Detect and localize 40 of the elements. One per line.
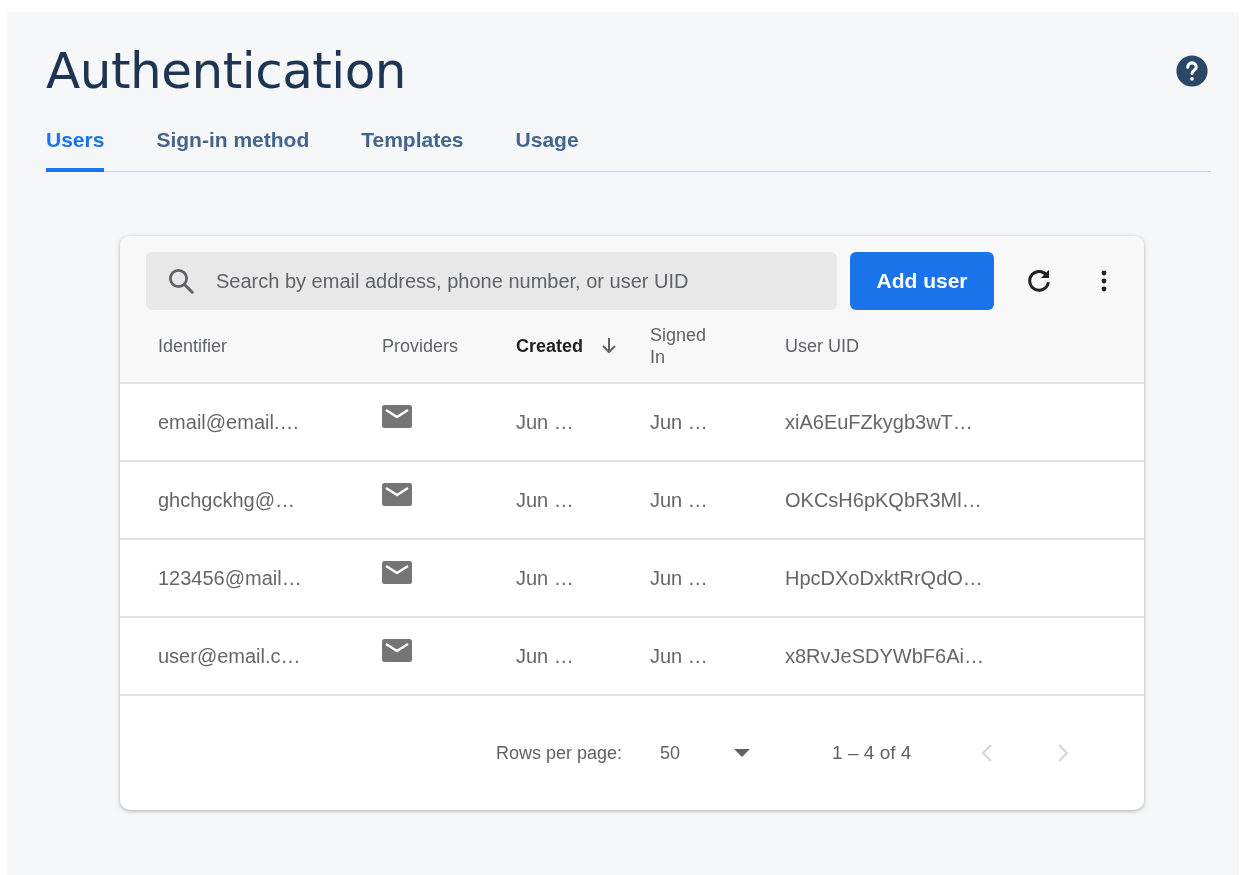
search-field[interactable]: Search by email address, phone number, or user UID (146, 252, 837, 310)
tab[interactable]: Users (46, 122, 105, 172)
table-cell-text: xiA6EuFZkygb3wT… (785, 410, 974, 434)
tab[interactable]: Usage (515, 122, 579, 172)
rows-per-page-select[interactable]: 50 (660, 742, 751, 764)
dropdown-icon (734, 749, 751, 757)
column-header[interactable]: Created (516, 335, 584, 357)
table-cell-text: email@email.… (158, 410, 301, 434)
column-header[interactable]: Providers (382, 335, 459, 357)
sort-down-icon (601, 337, 618, 355)
page-title: Authentication (46, 42, 407, 100)
table-cell-text: x8RvJeSDYWbF6Ai… (785, 644, 985, 668)
table-cell-text: OKCsH6pKQbR3Ml… (785, 488, 983, 512)
table-cell-text: user@email.c… (158, 644, 302, 668)
table-cell-text: Jun … (516, 566, 575, 590)
more-options-icon[interactable] (1100, 268, 1108, 294)
help-icon[interactable] (1175, 54, 1209, 88)
table-cell-text: Jun … (516, 488, 575, 512)
column-header[interactable]: Signed In (650, 324, 707, 368)
rows-per-page-label: Rows per page: (496, 742, 623, 764)
envelope-icon (382, 561, 412, 585)
tab[interactable]: Sign-in method (156, 122, 310, 172)
tab[interactable]: Templates (361, 122, 464, 172)
table-cell-text: 123456@mail… (158, 566, 303, 590)
envelope-icon (382, 483, 412, 507)
envelope-icon (382, 639, 412, 663)
search-icon (166, 266, 196, 296)
page-range: 1 – 4 of 4 (832, 742, 912, 764)
table-cell-text: Jun … (516, 410, 575, 434)
table-cell-text: Jun … (650, 566, 709, 590)
table-cell-text: Jun … (650, 644, 709, 668)
table-cell-text: ghchgckhg@… (158, 488, 297, 512)
add-user-button[interactable]: Add user (850, 252, 994, 310)
table-cell-text: Jun … (650, 410, 709, 434)
table-cell-text: Jun … (516, 644, 575, 668)
column-header[interactable]: User UID (785, 335, 859, 357)
table-cell-text: Jun … (650, 488, 709, 512)
envelope-icon (382, 405, 412, 429)
column-header[interactable]: Identifier (158, 335, 228, 357)
table-cell-text: HpcDXoDxktRrQdO… (785, 566, 984, 590)
